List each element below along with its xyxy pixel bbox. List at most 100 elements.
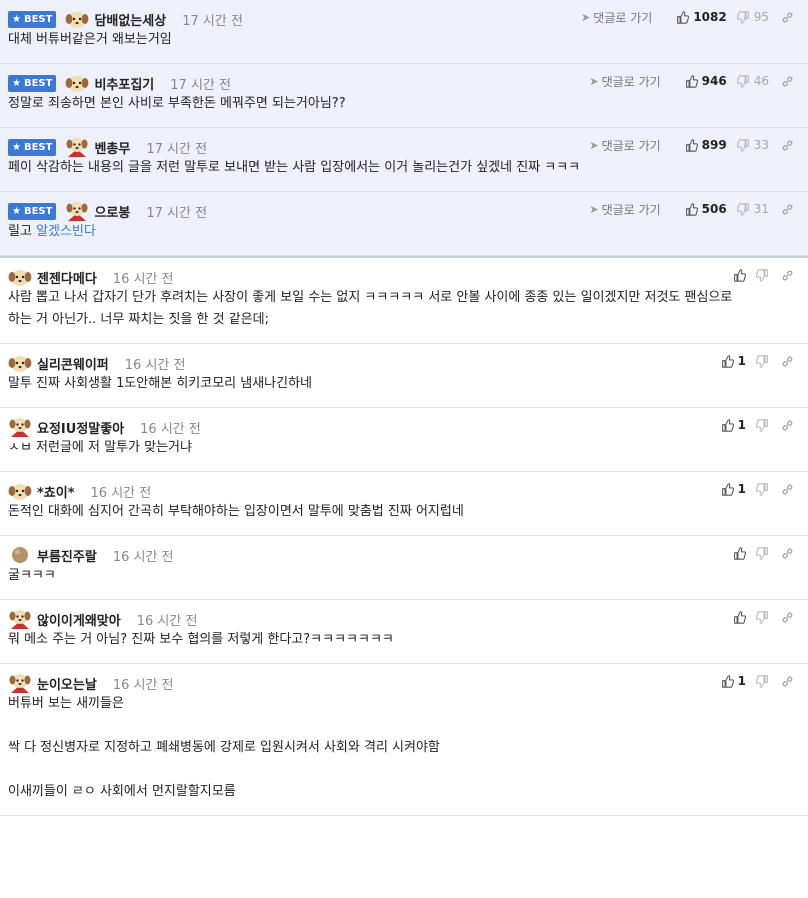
avatar[interactable] [8,543,32,567]
permalink-icon[interactable] [781,611,794,624]
upvote-count: 1082 [693,10,727,24]
star-icon: ★ [12,13,21,25]
upvote-button[interactable] [733,268,746,282]
upvote-button[interactable]: 1 [721,674,746,688]
comment-actions: 1 [711,408,794,442]
best-comment: ★ BEST 담배없는세상 17 시간 전 ➤ 댓글로 가기 1082 95 대체 버튜버같은거… [0,0,808,64]
downvote-button[interactable] [756,418,769,432]
author-name[interactable]: 눈이오는날 [37,674,97,693]
comment-time: 16 시간 전 [112,677,174,693]
downvote-button[interactable] [756,674,769,688]
upvote-button[interactable]: 1082 [676,10,727,24]
goto-reply-label: 댓글로 가기 [593,10,653,25]
permalink-icon[interactable] [781,419,794,432]
upvote-count: 1 [737,482,746,496]
permalink-icon[interactable] [781,11,794,24]
upvote-count: 1 [737,674,746,688]
downvote-button[interactable] [756,482,769,496]
comment-time: 17 시간 전 [182,13,243,29]
thumbs-up-icon [685,202,698,216]
best-badge: ★ BEST [8,10,57,28]
avatar[interactable] [65,71,89,95]
comment-meta: ★ BEST 비추포집기 17 시간 전 [8,64,231,102]
author-name[interactable]: 실리콘웨이퍼 [37,354,109,373]
author-name[interactable]: 벤총무 [94,138,130,157]
permalink-icon[interactable] [781,547,794,560]
author-name[interactable]: 젠젠다메다 [37,268,97,287]
author-name[interactable]: 않이이게왜맞아 [37,610,121,629]
arrow-icon: ➤ [589,74,599,88]
downvote-button[interactable]: 46 [736,74,769,88]
thumbs-up-icon [721,354,734,368]
comment: 실리콘웨이퍼 16 시간 전 1 말투 진짜 사회생활 1도안해본 히키코모리 냄새나… [0,344,808,408]
comment-header: ★ BEST 비추포집기 17 시간 전 ➤ 댓글로 가기 946 46 [8,64,800,102]
avatar[interactable] [65,135,89,159]
avatar[interactable] [8,351,32,375]
downvote-button[interactable] [756,354,769,368]
goto-reply-link[interactable]: ➤ 댓글로 가기 [589,201,660,218]
best-badge: ★ BEST [8,74,57,92]
avatar[interactable] [65,7,89,31]
upvote-button[interactable]: 1 [721,482,746,496]
upvote-button[interactable] [733,546,746,560]
comment-header: ★ BEST 으로봉 17 시간 전 ➤ 댓글로 가기 506 31 [8,192,800,230]
comment-time: 16 시간 전 [112,271,174,287]
avatar[interactable] [8,479,32,503]
avatar[interactable] [8,671,32,695]
comment-header: 눈이오는날 16 시간 전 1 [8,664,800,702]
downvote-button[interactable] [756,268,769,282]
goto-reply-link[interactable]: ➤ 댓글로 가기 [589,73,660,90]
upvote-button[interactable]: 946 [685,74,727,88]
comment: 요정IU정말좋아 16 시간 전 1 ㅅㅂ 저런글에 저 말투가 맞는거냐 [0,408,808,472]
author-name[interactable]: 부름진주랄 [37,546,97,565]
comment-header: ★ BEST 담배없는세상 17 시간 전 ➤ 댓글로 가기 1082 95 [8,0,800,38]
avatar[interactable] [8,415,32,439]
best-badge-label: BEST [23,205,53,217]
author-name[interactable]: 요정IU정말좋아 [37,418,124,437]
thumbs-down-icon [736,202,750,216]
comment-time: 16 시간 전 [140,421,201,437]
author-name[interactable]: 으로봉 [94,202,130,221]
downvote-button[interactable] [756,610,769,624]
avatar[interactable] [8,265,32,289]
star-icon: ★ [12,77,21,89]
author-name[interactable]: 담배없는세상 [94,10,166,29]
comment-meta: 눈이오는날 16 시간 전 [8,664,174,702]
goto-reply-label: 댓글로 가기 [601,202,661,217]
permalink-icon[interactable] [781,139,794,152]
comment-meta: 않이이게왜맞아 16 시간 전 [8,600,197,638]
comment-actions [723,600,794,634]
permalink-icon[interactable] [781,75,794,88]
comment: 부름진주랄 16 시간 전 굴ㅋㅋㅋ [0,536,808,600]
upvote-button[interactable] [733,610,746,624]
thumbs-down-icon [736,74,750,88]
permalink-icon[interactable] [781,483,794,496]
comment-line [8,715,800,737]
thumbs-up-icon [733,268,746,282]
comment-body: 버튜버 보는 새끼들은 싹 다 정신병자로 지정하고 폐쇄병동에 강제로 입원시… [8,693,800,815]
goto-reply-link[interactable]: ➤ 댓글로 가기 [581,9,652,26]
upvote-button[interactable]: 1 [721,418,746,432]
upvote-button[interactable]: 1 [721,354,746,368]
permalink-icon[interactable] [781,675,794,688]
permalink-icon[interactable] [781,355,794,368]
thumbs-down-icon [756,354,769,368]
comment-time: 16 시간 전 [90,485,152,501]
avatar[interactable] [65,199,89,223]
upvote-button[interactable]: 899 [685,138,727,152]
comment-time: 17 시간 전 [170,77,231,93]
permalink-icon[interactable] [781,203,794,216]
goto-reply-link[interactable]: ➤ 댓글로 가기 [589,137,660,154]
thumbs-up-icon [676,10,690,24]
downvote-button[interactable]: 95 [736,10,769,24]
permalink-icon[interactable] [781,269,794,282]
downvote-button[interactable] [756,546,769,560]
avatar[interactable] [8,607,32,631]
downvote-button[interactable]: 31 [736,202,769,216]
author-name[interactable]: *쵸이* [37,482,75,501]
comment-actions: 1 [711,472,794,506]
downvote-button[interactable]: 33 [736,138,769,152]
best-badge-label: BEST [23,77,53,89]
upvote-button[interactable]: 506 [685,202,727,216]
author-name[interactable]: 비추포집기 [94,74,154,93]
